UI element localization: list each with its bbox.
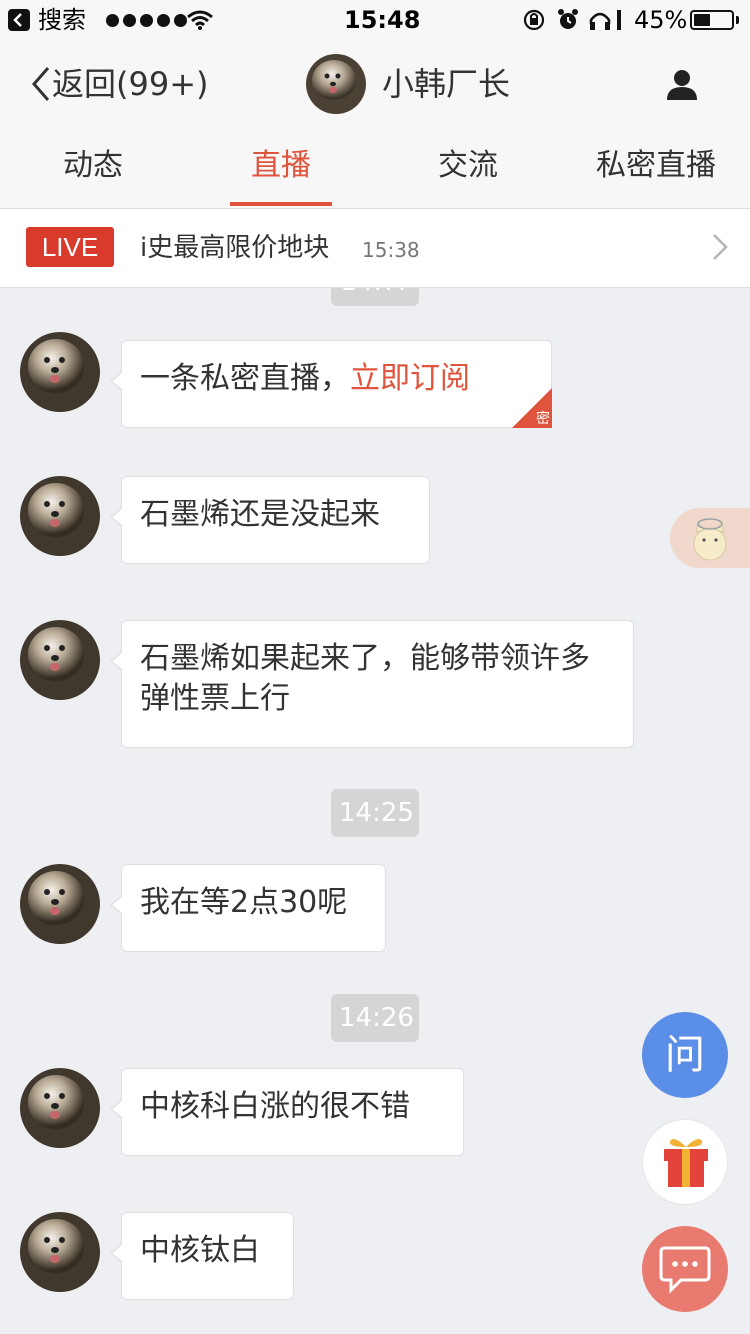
message-bubble[interactable]: 中核科白涨的很不错 [110,1068,464,1156]
live-time: 15:38 [362,238,420,262]
message-text: 中核钛白 [140,1233,260,1268]
mascot-side-tab[interactable] [670,508,750,568]
sender-avatar[interactable] [20,620,100,700]
back-button[interactable]: 返回(99+) [30,62,209,117]
tab-dynamic[interactable]: 动态 [63,144,123,188]
tab-exchange[interactable]: 交流 [438,144,498,188]
message-text: 我在等2点30呢 [140,885,348,920]
back-to-app-icon[interactable] [8,9,30,31]
message-bubble[interactable]: 石墨烯还是没起来 [110,476,430,564]
carrier-label[interactable]: 搜索 [38,4,86,36]
chat-button[interactable] [642,1226,728,1312]
subscribe-link[interactable]: 立即订阅 [350,361,470,396]
signal-dot [106,14,119,27]
dog-avatar[interactable] [306,54,366,114]
gift-button[interactable] [642,1119,728,1205]
live-badge: LIVE [26,227,114,267]
sender-avatar[interactable] [20,1212,100,1292]
secret-badge: 密 [512,388,552,428]
message-text: 中核科白涨的很不错 [140,1089,410,1124]
signal-dot [157,14,170,27]
sender-avatar[interactable] [20,1068,100,1148]
tab-live[interactable]: 直播 [250,144,312,188]
timestamp: 14:?? [331,288,419,306]
battery-icon [690,10,734,30]
message-text: 石墨烯如果起来了，能够带领许多弹性票上行 [140,641,590,716]
sender-avatar[interactable] [20,332,100,412]
secret-label: 密 [536,411,550,427]
sender-avatar[interactable] [20,864,100,944]
live-headline: i史最高限价地块 [140,233,330,263]
message-text: 一条私密直播， [140,361,350,396]
message-bubble[interactable]: 石墨烯如果起来了，能够带领许多弹性票上行 [110,620,634,748]
signal-dot [140,14,153,27]
chevron-right-icon [713,234,728,260]
ask-button[interactable]: 问 [642,1012,728,1098]
chat-bubble-icon [659,1246,711,1294]
message-text: 石墨烯还是没起来 [140,497,380,532]
chevron-left-icon [30,62,52,117]
timestamp: 14:25 [331,789,419,837]
ask-icon: 问 [665,1032,705,1078]
message-bubble[interactable]: 一条私密直播，立即订阅 密 [110,340,552,428]
live-banner[interactable]: LIVE i史最高限价地块 15:38 [0,209,750,288]
battery-level [694,14,710,26]
sender-avatar[interactable] [20,476,100,556]
battery-tip [736,16,739,24]
gift-icon [664,1139,708,1187]
bluetooth-bar-icon [617,10,621,30]
message-bubble[interactable]: 我在等2点30呢 [110,864,386,952]
tab-bar: 动态 直播 交流 私密直播 [0,128,750,209]
alarm-icon [558,9,578,29]
back-label: 返回(99+) [52,65,209,103]
signal-dot [123,14,136,27]
headphones-icon [589,12,611,30]
chat-area[interactable]: 14:?? 一条私密直播，立即订阅 密 石墨烯还是没起来 [0,288,750,1334]
page-title: 小韩厂长 [382,65,511,103]
clock: 15:48 [344,6,421,34]
wifi-icon [187,10,213,30]
status-bar: 搜索 15:48 45% [0,0,750,40]
battery-percent: 45% [634,6,688,34]
timestamp: 14:26 [331,994,419,1042]
cat-mascot-icon [693,518,727,561]
person-icon[interactable] [664,68,700,102]
nav-header: 返回(99+) 小韩厂长 [0,40,750,128]
rotation-lock-icon [523,9,545,31]
active-tab-indicator [230,202,332,206]
tab-private-live[interactable]: 私密直播 [596,144,716,188]
message-bubble[interactable]: 中核钛白 [110,1212,294,1300]
